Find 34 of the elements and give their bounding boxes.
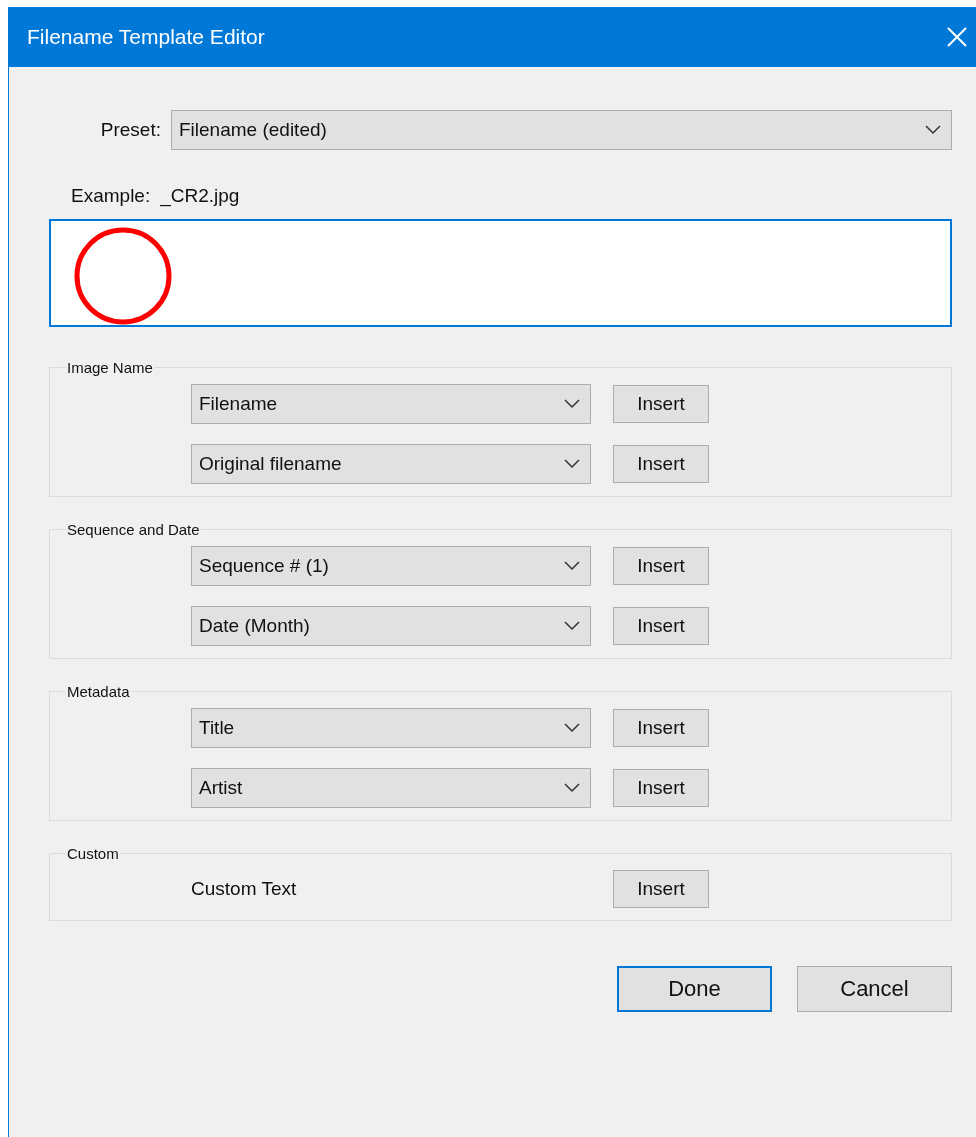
token-dropdown[interactable]: Original filename	[191, 444, 591, 484]
chevron-down-icon	[925, 125, 941, 135]
token-dropdown[interactable]: Date (Month)	[191, 606, 591, 646]
dialog-button[interactable]: Cancel	[797, 966, 952, 1012]
insert-button[interactable]: Insert	[613, 709, 709, 747]
group-legend: Custom	[66, 845, 120, 862]
token-dropdown[interactable]: Title	[191, 708, 591, 748]
example-value: _CR2.jpg	[160, 185, 240, 207]
insert-button[interactable]: Insert	[613, 445, 709, 483]
token-dropdown[interactable]: Artist	[191, 768, 591, 808]
custom-text-label: Custom Text	[191, 878, 298, 900]
group-legend: Sequence and Date	[66, 521, 201, 538]
chevron-down-icon	[564, 459, 580, 469]
template-field[interactable]	[49, 219, 952, 327]
insert-button[interactable]: Insert	[613, 547, 709, 585]
token-dropdown[interactable]: Sequence # (1)	[191, 546, 591, 586]
example-label: Example:	[71, 185, 151, 207]
insert-button[interactable]: Insert	[613, 385, 709, 423]
chevron-down-icon	[564, 723, 580, 733]
insert-button[interactable]: Insert	[613, 870, 709, 908]
token-dropdown[interactable]: Filename	[191, 384, 591, 424]
preset-label: Preset:	[99, 119, 161, 141]
preset-dropdown[interactable]: Filename (edited)	[171, 110, 952, 150]
insert-button[interactable]: Insert	[613, 769, 709, 807]
window-title: Filename Template Editor	[27, 25, 265, 49]
group-legend: Image Name	[66, 359, 154, 376]
insert-button[interactable]: Insert	[613, 607, 709, 645]
chevron-down-icon	[564, 783, 580, 793]
group-legend: Metadata	[66, 683, 131, 700]
close-icon[interactable]	[946, 26, 968, 48]
chevron-down-icon	[564, 561, 580, 571]
chevron-down-icon	[564, 621, 580, 631]
chevron-down-icon	[564, 399, 580, 409]
dialog-button[interactable]: Done	[617, 966, 772, 1012]
